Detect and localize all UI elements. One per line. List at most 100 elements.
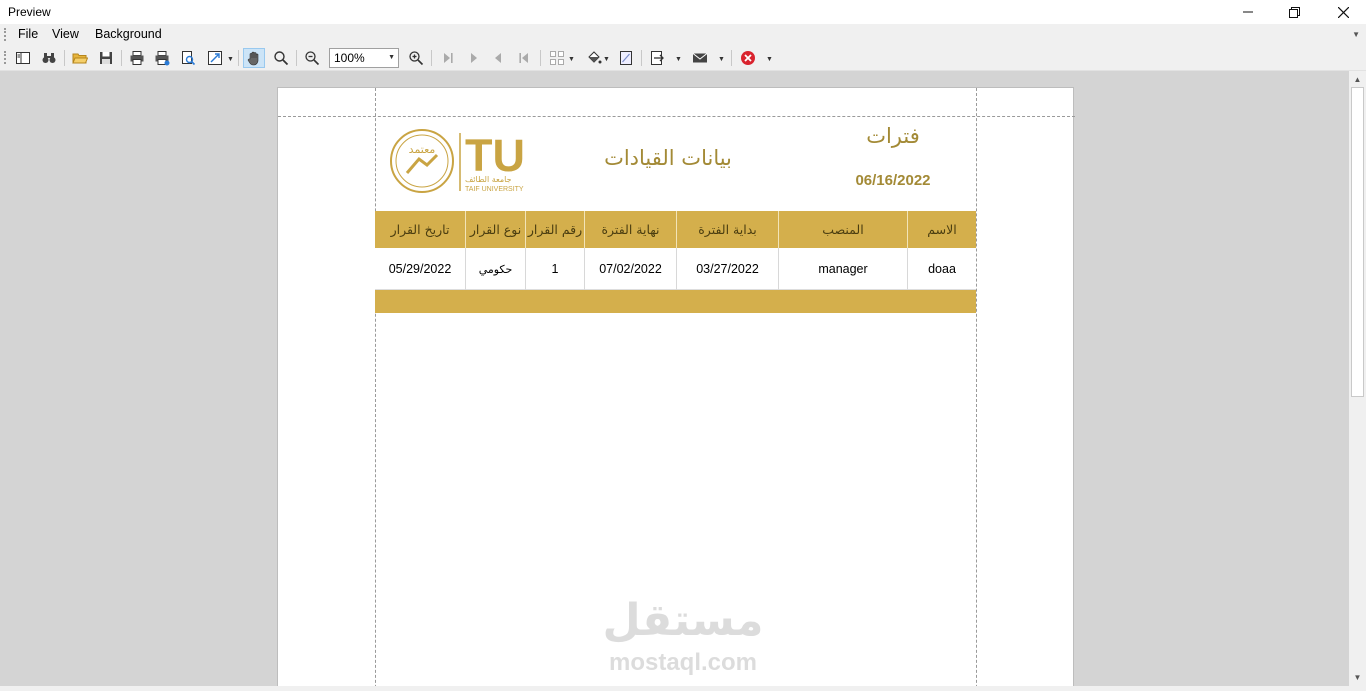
cell-name: doaa <box>907 248 976 290</box>
menu-background[interactable]: Background <box>90 26 167 42</box>
table-row: 05/29/2022 حكومي 1 07/02/2022 03/27/2022… <box>375 248 976 290</box>
scale-dropdown-icon[interactable]: ▼ <box>227 56 234 63</box>
toolbar-separator <box>64 50 65 66</box>
binoculars-icon <box>42 53 56 63</box>
logo-mark: TU <box>465 130 525 181</box>
window-title: Preview <box>8 5 51 19</box>
menu-file[interactable]: File <box>13 26 43 42</box>
cell-position: manager <box>778 248 907 290</box>
toolbar: ▼ ▼ ▼ ▼ ▼ ▼ <box>0 45 1366 71</box>
logo-arabic-name: جامعة الطائف <box>465 175 512 184</box>
toolbar-separator <box>540 50 541 66</box>
scroll-down-arrow-icon[interactable]: ▼ <box>1349 669 1366 685</box>
status-bar <box>0 686 1349 691</box>
cell-decision-number: 1 <box>525 248 584 290</box>
menu-view[interactable]: View <box>47 26 84 42</box>
close-icon <box>1337 6 1349 18</box>
cell-period-end: 07/02/2022 <box>584 248 676 290</box>
envelope-icon <box>692 53 708 63</box>
last-page-button[interactable] <box>437 48 459 68</box>
save-icon <box>100 52 112 64</box>
page-setup-button[interactable] <box>177 48 199 68</box>
multiple-pages-button[interactable] <box>546 48 568 68</box>
export-dropdown-icon[interactable]: ▼ <box>675 56 682 63</box>
cell-decision-type: حكومي <box>465 248 525 290</box>
zoom-out-button[interactable] <box>301 48 323 68</box>
watermark-arabic: مستقل <box>602 595 764 646</box>
toolbar-separator <box>431 50 432 66</box>
toolbar-separator <box>641 50 642 66</box>
multiple-pages-icon <box>550 51 564 65</box>
previous-page-icon <box>495 53 501 63</box>
minimize-button[interactable] <box>1225 0 1271 24</box>
page-magnify-icon <box>182 51 196 66</box>
column-header-position: المنصب <box>778 211 907 248</box>
menu-overflow-icon[interactable]: ▼ <box>1352 30 1360 39</box>
vertical-scrollbar[interactable]: ▲ ▼ <box>1349 71 1366 691</box>
next-page-button[interactable] <box>463 48 485 68</box>
seal-text: معتمد <box>409 143 436 156</box>
print-button[interactable] <box>126 48 148 68</box>
document-map-button[interactable] <box>12 48 34 68</box>
close-window-button[interactable] <box>1320 0 1366 24</box>
restore-button[interactable] <box>1271 0 1317 24</box>
last-page-icon <box>444 53 453 63</box>
previous-page-button[interactable] <box>487 48 509 68</box>
close-preview-button[interactable] <box>737 48 759 68</box>
scroll-up-arrow-icon[interactable]: ▲ <box>1349 71 1366 87</box>
title-bar: Preview <box>0 0 1366 24</box>
column-header-period-start: بداية الفترة <box>676 211 778 248</box>
page-color-dropdown-icon[interactable]: ▼ <box>603 56 610 63</box>
close-preview-dropdown-icon[interactable]: ▼ <box>766 56 773 63</box>
report-subtitle: فترات <box>866 124 920 148</box>
next-page-icon <box>471 53 477 63</box>
first-page-button[interactable] <box>513 48 535 68</box>
toolbar-separator <box>731 50 732 66</box>
scale-button[interactable] <box>204 48 226 68</box>
minimize-icon <box>1243 11 1253 13</box>
column-header-period-end: نهاية الفترة <box>584 211 676 248</box>
menu-grip <box>4 28 6 41</box>
folder-open-icon <box>72 53 88 64</box>
search-button[interactable] <box>38 48 60 68</box>
multiple-pages-dropdown-icon[interactable]: ▼ <box>568 56 575 63</box>
menu-bar: File View Background ▼ <box>0 24 1366 45</box>
export-icon <box>651 51 664 65</box>
report-title: بيانات القيادات <box>604 146 732 170</box>
cell-period-start: 03/27/2022 <box>676 248 778 290</box>
zoom-combobox[interactable]: 100% ▼ <box>329 48 399 68</box>
paint-bucket-icon <box>588 51 602 64</box>
page-color-button[interactable] <box>583 48 605 68</box>
first-page-icon <box>519 53 528 63</box>
printer-icon <box>130 51 144 65</box>
margin-guide-left <box>375 88 376 691</box>
zoom-in-button[interactable] <box>405 48 427 68</box>
toolbar-separator <box>238 50 239 66</box>
hand-icon <box>247 51 259 66</box>
column-header-decision-date: تاريخ القرار <box>390 221 450 237</box>
report-date: 06/16/2022 <box>855 172 931 189</box>
column-header-decision-number: رقم القرار <box>525 211 584 248</box>
zoom-dropdown-icon[interactable]: ▼ <box>388 54 395 61</box>
open-button[interactable] <box>69 48 91 68</box>
watermark-latin: mostaql.com <box>608 649 758 676</box>
export-button[interactable] <box>646 48 668 68</box>
watermark: مستقل mostaql.com <box>598 595 768 685</box>
document-map-icon <box>16 52 30 64</box>
save-button[interactable] <box>95 48 117 68</box>
restore-icon <box>1288 6 1300 18</box>
zoom-in-icon <box>409 51 424 66</box>
watermark-button[interactable] <box>615 48 637 68</box>
send-email-dropdown-icon[interactable]: ▼ <box>718 56 725 63</box>
column-header-name: الاسم <box>907 211 976 248</box>
logo-caption: TAIF UNIVERSITY <box>465 186 524 193</box>
hand-tool-button[interactable] <box>243 48 265 68</box>
send-email-button[interactable] <box>689 48 711 68</box>
close-circle-icon <box>741 51 755 65</box>
toolbar-separator <box>296 50 297 66</box>
magnifier-button[interactable] <box>270 48 292 68</box>
quick-print-button[interactable] <box>151 48 173 68</box>
toolbar-separator <box>121 50 122 66</box>
margin-guide-right <box>976 88 977 691</box>
scrollbar-thumb[interactable] <box>1351 87 1364 397</box>
